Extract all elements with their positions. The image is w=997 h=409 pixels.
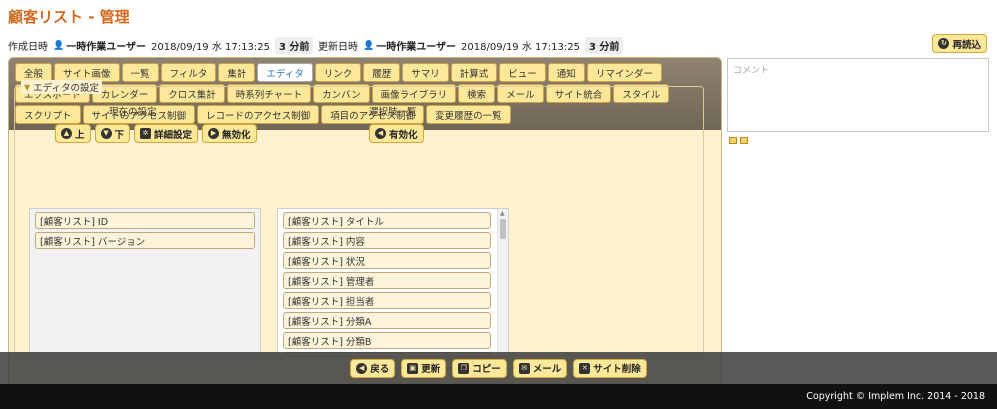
created-user[interactable]: 👤 一時作業ユーザー [53,38,147,54]
scroll-up-icon[interactable]: ▲ [500,210,505,217]
list-item[interactable]: [顧客リスト] タイトル [283,212,491,229]
list-item[interactable]: [顧客リスト] 状況 [283,252,491,269]
list-item[interactable]: [顧客リスト] 内容 [283,232,491,249]
list-item[interactable]: [顧客リスト] 管理者 [283,272,491,289]
delete-site-button[interactable]: ✕ サイト削除 [573,358,647,378]
current-settings-title: 現在の設定 [109,107,157,118]
attachment-icon[interactable] [740,137,748,144]
updated-date: 2018/09/19 水 17:13:25 [461,42,580,53]
user-icon: 👤 [363,40,375,51]
choices-list[interactable]: [顧客リスト] タイトル [顧客リスト] 内容 [顧客リスト] 状況 [顧客リスト] … [277,208,509,357]
back-icon: ◀ [356,362,368,374]
list-item[interactable]: [顧客リスト] 分類B [283,332,491,349]
updated-user[interactable]: 👤 一時作業ユーザー [363,38,457,54]
editor-settings-title: エディタの設定 [33,83,99,94]
created-label: 作成日時 [8,42,48,53]
save-icon: ▣ [407,362,419,374]
copy-icon: ❐ [458,362,470,374]
record-meta: 作成日時 👤 一時作業ユーザー 2018/09/19 水 17:13:25 3 … [8,37,989,54]
move-down-label: 下 [114,129,125,141]
bottom-toolbar: ◀ 戻る ▣ 更新 ❐ コピー ✉ メール ✕ サイト削除 [0,352,997,384]
tab-row1-7[interactable]: 履歴 [363,63,401,82]
comment-input[interactable]: コメント [727,58,989,132]
reload-label: 再読込 [952,39,981,51]
back-label: 戻る [370,364,390,375]
disable-label: 無効化 [222,129,251,141]
tab-row1-6[interactable]: リンク [314,63,362,82]
disable-button[interactable]: ▶ 無効化 [202,124,257,143]
arrow-down-icon: ▼ [100,128,112,139]
created-info: 作成日時 👤 一時作業ユーザー 2018/09/19 水 17:13:25 3 … [8,37,314,54]
current-settings-list[interactable]: [顧客リスト] ID [顧客リスト] バージョン [29,208,261,357]
refresh-icon: ↻ [938,38,950,49]
created-user-name: 一時作業ユーザー [66,42,147,53]
tab-row1-10[interactable]: ビュー [499,63,546,82]
created-ago: 3 分前 [274,37,314,54]
detail-settings-label: 詳細設定 [154,129,193,141]
page-title: 顧客リスト - 管理 [8,8,130,26]
user-icon: 👤 [53,40,65,51]
list-item[interactable]: [顧客リスト] 分類A [283,312,491,329]
mail-icon: ✉ [518,362,530,374]
updated-user-name: 一時作業ユーザー [376,42,457,53]
gear-icon: ✲ [140,128,152,139]
collapse-triangle-icon: ▼ [24,82,31,92]
choices-title: 選択肢一覧 [369,107,417,118]
updated-info: 更新日時 👤 一時作業ユーザー 2018/09/19 水 17:13:25 3 … [318,37,624,54]
list-item[interactable]: [顧客リスト] 担当者 [283,292,491,309]
update-label: 更新 [421,364,441,375]
move-down-button[interactable]: ▼ 下 [94,124,131,143]
updated-ago: 3 分前 [584,37,624,54]
mail-button[interactable]: ✉ メール [512,358,568,378]
tab-row1-5[interactable]: エディタ [257,63,313,82]
editor-settings-fieldset: ▼ エディタの設定 現在の設定 ▲ 上 ▼ 下 ✲ 詳細設定 ▶ 無効化 [顧客… [14,80,704,357]
update-button[interactable]: ▣ 更新 [401,358,447,378]
image-icon[interactable] [729,137,737,144]
choices-scrollbar[interactable]: ▲ [497,209,508,356]
trash-icon: ✕ [579,362,591,374]
tab-row1-9[interactable]: 計算式 [450,63,498,82]
list-item[interactable]: [顧客リスト] バージョン [35,232,255,249]
arrow-up-icon: ▲ [61,128,72,139]
tab-row1-11[interactable]: 通知 [547,63,585,82]
copyright: Copyright © Implem Inc. 2014 - 2018 [806,391,985,402]
mail-label: メール [532,364,562,375]
copy-label: コピー [472,364,501,375]
tab-row1-8[interactable]: サマリ [402,63,449,82]
move-up-button[interactable]: ▲ 上 [55,124,91,143]
choices-buttons: ◀ 有効化 [369,124,424,143]
tab-row1-3[interactable]: フィルタ [160,63,217,82]
current-settings-buttons: ▲ 上 ▼ 下 ✲ 詳細設定 ▶ 無効化 [55,124,257,143]
footer: Copyright © Implem Inc. 2014 - 2018 [0,384,997,409]
created-date: 2018/09/19 水 17:13:25 [151,42,270,53]
delete-site-label: サイト削除 [593,364,641,375]
list-item[interactable]: [顧客リスト] ID [35,212,255,229]
arrow-left-icon: ◀ [375,128,386,139]
enable-button[interactable]: ◀ 有効化 [369,124,424,143]
copy-button[interactable]: ❐ コピー [452,358,507,378]
tab-row1-12[interactable]: リマインダー [586,63,662,82]
comment-placeholder: コメント [733,66,770,76]
editor-settings-legend[interactable]: ▼ エディタの設定 [21,80,102,94]
move-up-label: 上 [75,129,85,141]
enable-label: 有効化 [389,129,418,141]
tab-row1-4[interactable]: 集計 [218,63,256,82]
detail-settings-button[interactable]: ✲ 詳細設定 [134,124,199,143]
scroll-thumb[interactable] [500,219,506,239]
back-button[interactable]: ◀ 戻る [350,358,396,378]
updated-label: 更新日時 [318,42,358,53]
reload-button[interactable]: ↻ 再読込 [932,34,987,53]
tab-row1-2[interactable]: 一覧 [121,63,159,82]
comment-tools [729,137,748,144]
tab-row-1: 全般 サイト画像 一覧 フィルタ 集計 エディタ リンク 履歴 サマリ 計算式 ビュー 通知 リマインダ… [15,63,715,82]
arrow-right-icon: ▶ [208,128,220,139]
